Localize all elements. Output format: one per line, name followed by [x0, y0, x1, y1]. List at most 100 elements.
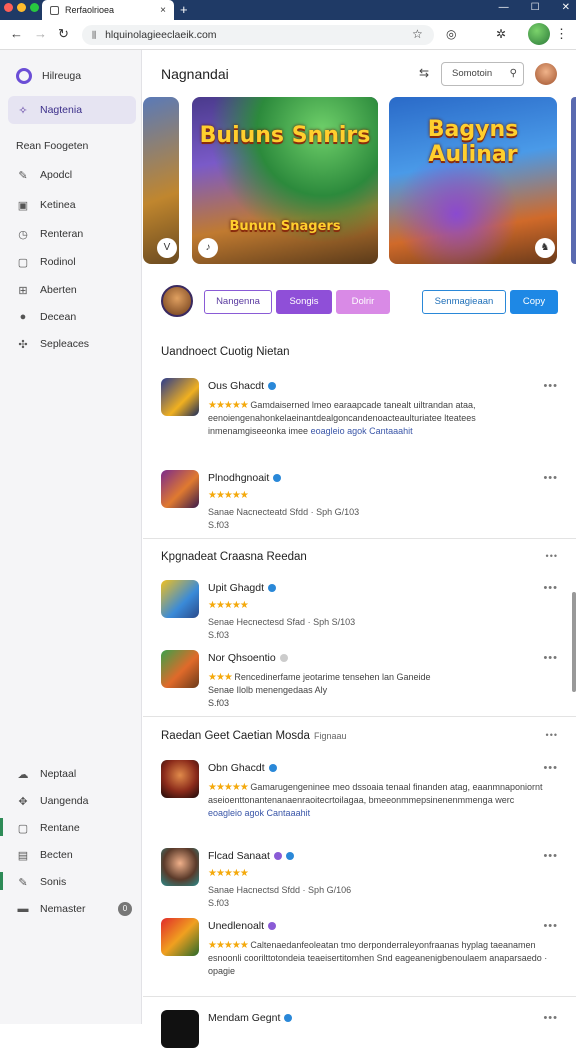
address-toolbar: ← → ↻ ⫼ hlquinolagieeclaeik.com ☆ ◎ ✲ ⋮ — [0, 20, 576, 50]
circle-icon: ● — [19, 311, 27, 323]
sidebar: Hilreuga ✧ Nagtenia Rean Foogeten ✎ Apod… — [0, 50, 142, 1024]
banner-card-next-peek[interactable] — [571, 97, 576, 264]
reviewer-name[interactable]: Ous Ghacdt — [208, 380, 277, 392]
maximize-window-icon[interactable] — [30, 3, 39, 12]
banner-card-main[interactable]: Buiuns Snnirs Bunun Snagers ♪ — [192, 97, 378, 264]
more-options-icon[interactable]: ••• — [543, 652, 558, 664]
puzzle-icon[interactable]: ✲ — [496, 27, 506, 41]
window-controls: — ☐ ✕ — [499, 2, 570, 13]
browser-menu-icon[interactable]: ⋮ — [555, 26, 568, 42]
app-icon[interactable] — [161, 378, 199, 416]
verified-icon — [279, 654, 288, 663]
search-icon[interactable]: ⚲ — [510, 63, 517, 85]
creator-avatar[interactable] — [161, 285, 193, 317]
extension-icon[interactable]: ◎ — [446, 27, 456, 41]
verified-icon — [268, 922, 277, 931]
more-options-icon[interactable]: ••• — [543, 1012, 558, 1024]
back-icon[interactable]: ← — [10, 26, 23, 41]
more-options-icon[interactable]: ••• — [543, 380, 558, 392]
clock-icon: ◷ — [18, 228, 28, 241]
more-options-icon[interactable]: ••• — [543, 850, 558, 862]
verified-icon — [284, 1014, 293, 1023]
more-options-icon[interactable]: ••• — [543, 920, 558, 932]
verified-icon — [268, 382, 277, 391]
review-text: ★★★★★ Gamarugengeninee meo dssoaia tenaa… — [208, 782, 543, 818]
section-more-icon[interactable]: ••• — [546, 551, 558, 561]
tab-title: Rerfaolrioea — [65, 5, 115, 15]
reviewer-name[interactable]: Nor Qhsoentio — [208, 652, 288, 664]
sidebar-item-nagtenia[interactable]: ✧ Nagtenia — [8, 96, 136, 124]
sidebar-item-becten[interactable]: ▤ Becten — [8, 841, 136, 869]
section-title: Raedan Geet Caetian Mosda Fignaau — [161, 730, 347, 742]
sidebar-item-label: Decean — [40, 311, 77, 323]
dolrir-button[interactable]: Dolrir — [336, 290, 390, 314]
sidebar-item-renteran[interactable]: ◷ Renteran — [8, 220, 136, 248]
reviewer-name[interactable]: Flcad Sanaat — [208, 850, 294, 862]
minimize-button[interactable]: — — [499, 2, 509, 13]
site-info-icon[interactable]: ⫼ — [92, 30, 96, 40]
sidebar-active-marker — [0, 872, 3, 890]
page-scrollbar[interactable] — [572, 592, 576, 692]
reload-icon[interactable]: ↻ — [58, 26, 69, 42]
search-placeholder: Somotoin — [452, 68, 493, 79]
senmagieaan-button[interactable]: Senmagieaan — [422, 290, 506, 314]
bookmark-star-icon[interactable]: ☆ — [412, 27, 423, 41]
new-tab-button[interactable]: + — [180, 2, 188, 17]
banner-card-left[interactable]: V — [143, 97, 179, 264]
sidebar-item-decean[interactable]: ● Decean — [8, 303, 136, 331]
songis-button[interactable]: Songis — [276, 290, 332, 314]
sidebar-item-sepleaces[interactable]: ✣ Sepleaces — [8, 330, 136, 358]
reviewer-name[interactable]: Plnodhgnoait — [208, 472, 282, 484]
sidebar-item-uangenda[interactable]: ✥ Uangenda — [8, 787, 136, 815]
copy-button[interactable]: Copy — [510, 290, 558, 314]
sidebar-item-rodinol[interactable]: ▢ Rodinol — [8, 248, 136, 276]
app-icon[interactable] — [161, 760, 199, 798]
tab-close-icon[interactable]: × — [160, 5, 166, 16]
profile-avatar[interactable] — [528, 23, 550, 45]
sidebar-item-neptaal[interactable]: ☁ Neptaal — [8, 760, 136, 788]
review-link[interactable]: eoagleio agok Cantaaahit — [208, 808, 310, 818]
app-icon[interactable] — [161, 650, 199, 688]
reviewer-name[interactable]: Unedlenoalt — [208, 920, 277, 932]
sidebar-item-label: Sonis — [40, 876, 67, 888]
main-content: Nagnandai ⇆ Somotoin ⚲ V Buiuns Snnirs B… — [143, 50, 576, 1048]
sidebar-item-foogeten[interactable]: Rean Foogeten — [8, 132, 136, 160]
review-link[interactable]: eoagleio agok Cantaaahit — [311, 426, 413, 436]
close-button[interactable]: ✕ — [562, 2, 570, 13]
close-window-icon[interactable] — [4, 3, 13, 12]
section-more-icon[interactable]: ••• — [546, 730, 558, 740]
sidebar-item-home[interactable]: Hilreuga — [8, 62, 136, 90]
more-options-icon[interactable]: ••• — [543, 582, 558, 594]
section-title: Uandnoect Cuotig Nietan — [161, 346, 290, 358]
sidebar-item-ketinea[interactable]: ▣ Ketinea — [8, 191, 136, 219]
sidebar-item-label: Renteran — [40, 228, 84, 240]
minimize-window-icon[interactable] — [17, 3, 26, 12]
app-icon[interactable] — [161, 848, 199, 886]
window-traffic-lights[interactable] — [4, 3, 39, 12]
url-field[interactable]: ⫼ hlquinolagieeclaeik.com — [82, 25, 434, 45]
app-icon[interactable] — [161, 470, 199, 508]
reviewer-name[interactable]: Upit Ghagdt — [208, 582, 277, 594]
sidebar-item-apodcl[interactable]: ✎ Apodcl — [8, 161, 136, 189]
search-input[interactable]: Somotoin ⚲ — [441, 62, 524, 86]
sidebar-item-label: Nagtenia — [40, 104, 83, 116]
share-icon[interactable]: ⇆ — [419, 66, 429, 80]
banner-card-second[interactable]: Bagyns Aulinar ♞ — [389, 97, 557, 264]
forward-icon[interactable]: → — [34, 26, 47, 41]
restore-button[interactable]: ☐ — [531, 2, 540, 13]
more-options-icon[interactable]: ••• — [543, 472, 558, 484]
app-icon[interactable] — [161, 580, 199, 618]
app-icon[interactable] — [161, 918, 199, 956]
reviewer-name[interactable]: Obn Ghacdt — [208, 762, 277, 774]
cloud-icon: ☁ — [17, 768, 29, 781]
more-options-icon[interactable]: ••• — [543, 762, 558, 774]
browser-tab[interactable]: Rerfaolrioea × — [42, 0, 174, 20]
sidebar-item-sonis[interactable]: ✎ Sonis — [8, 868, 136, 896]
app-icon[interactable] — [161, 1010, 199, 1048]
sidebar-item-rentane[interactable]: ▢ Rentane — [8, 814, 136, 842]
nangenna-button[interactable]: Nangenna — [204, 290, 272, 314]
sidebar-item-aberten[interactable]: ⊞ Aberten — [8, 276, 136, 304]
reviewer-name[interactable]: Mendam Gegnt — [208, 1012, 293, 1024]
sidebar-item-nemaster[interactable]: ▬ Nemaster 0 — [8, 895, 136, 923]
user-avatar[interactable] — [535, 63, 557, 85]
